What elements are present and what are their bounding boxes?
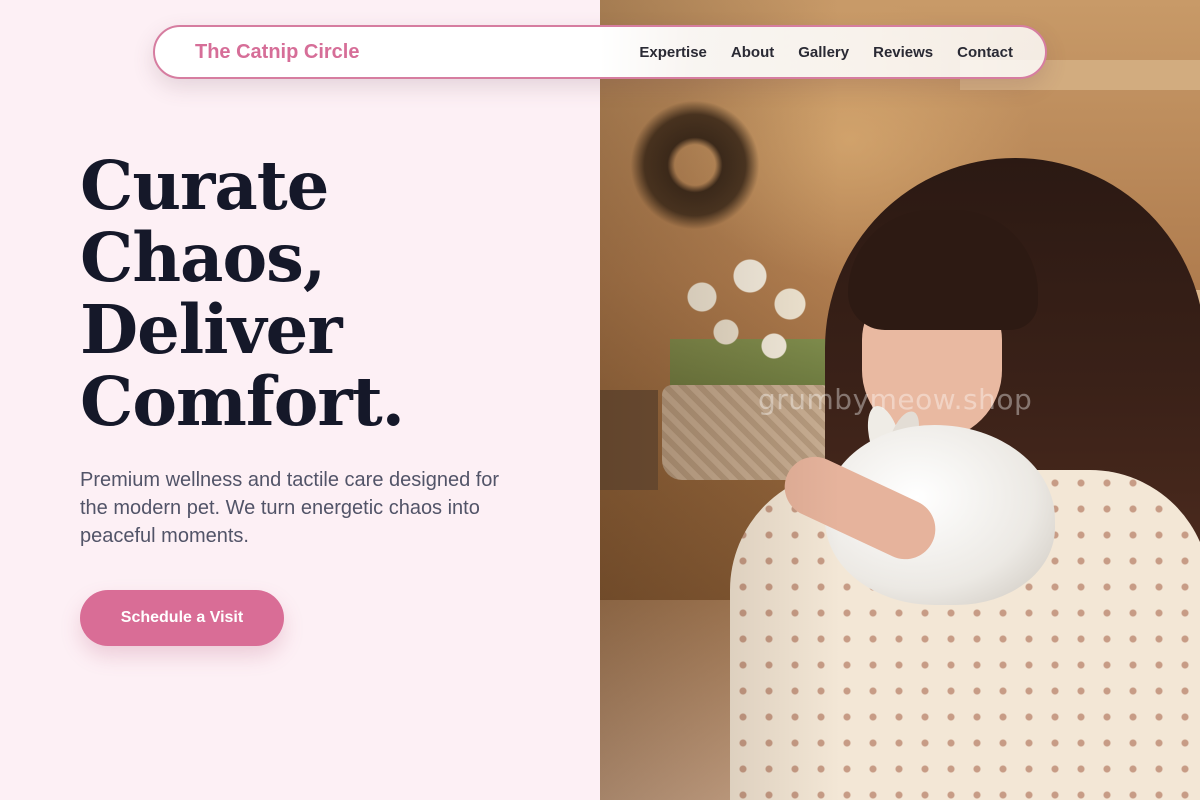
nav-link-reviews[interactable]: Reviews — [873, 44, 933, 61]
hero-title-line: Deliver — [80, 290, 343, 369]
nav-link-about[interactable]: About — [731, 44, 774, 61]
hero-left-panel: Curate Chaos, Deliver Comfort. Premium w… — [0, 0, 600, 800]
hero-title-line: Comfort. — [80, 362, 405, 441]
schedule-visit-button[interactable]: Schedule a Visit — [80, 590, 284, 646]
photo-watermark: grumbymeow.shop — [758, 383, 1033, 416]
nav-links: Expertise About Gallery Reviews Contact — [639, 44, 1013, 61]
brand-logo-link[interactable]: The Catnip Circle — [195, 41, 359, 64]
nav-link-expertise[interactable]: Expertise — [639, 44, 707, 61]
nav-link-gallery[interactable]: Gallery — [798, 44, 849, 61]
nav-link-contact[interactable]: Contact — [957, 44, 1013, 61]
hero-subtitle: Premium wellness and tactile care design… — [80, 469, 500, 547]
hero-title-line: Chaos, — [80, 218, 326, 297]
top-navigation: The Catnip Circle Expertise About Galler… — [153, 25, 1047, 79]
hero-title: Curate Chaos, Deliver Comfort. — [80, 146, 405, 441]
hero-title-line: Curate — [80, 146, 329, 225]
